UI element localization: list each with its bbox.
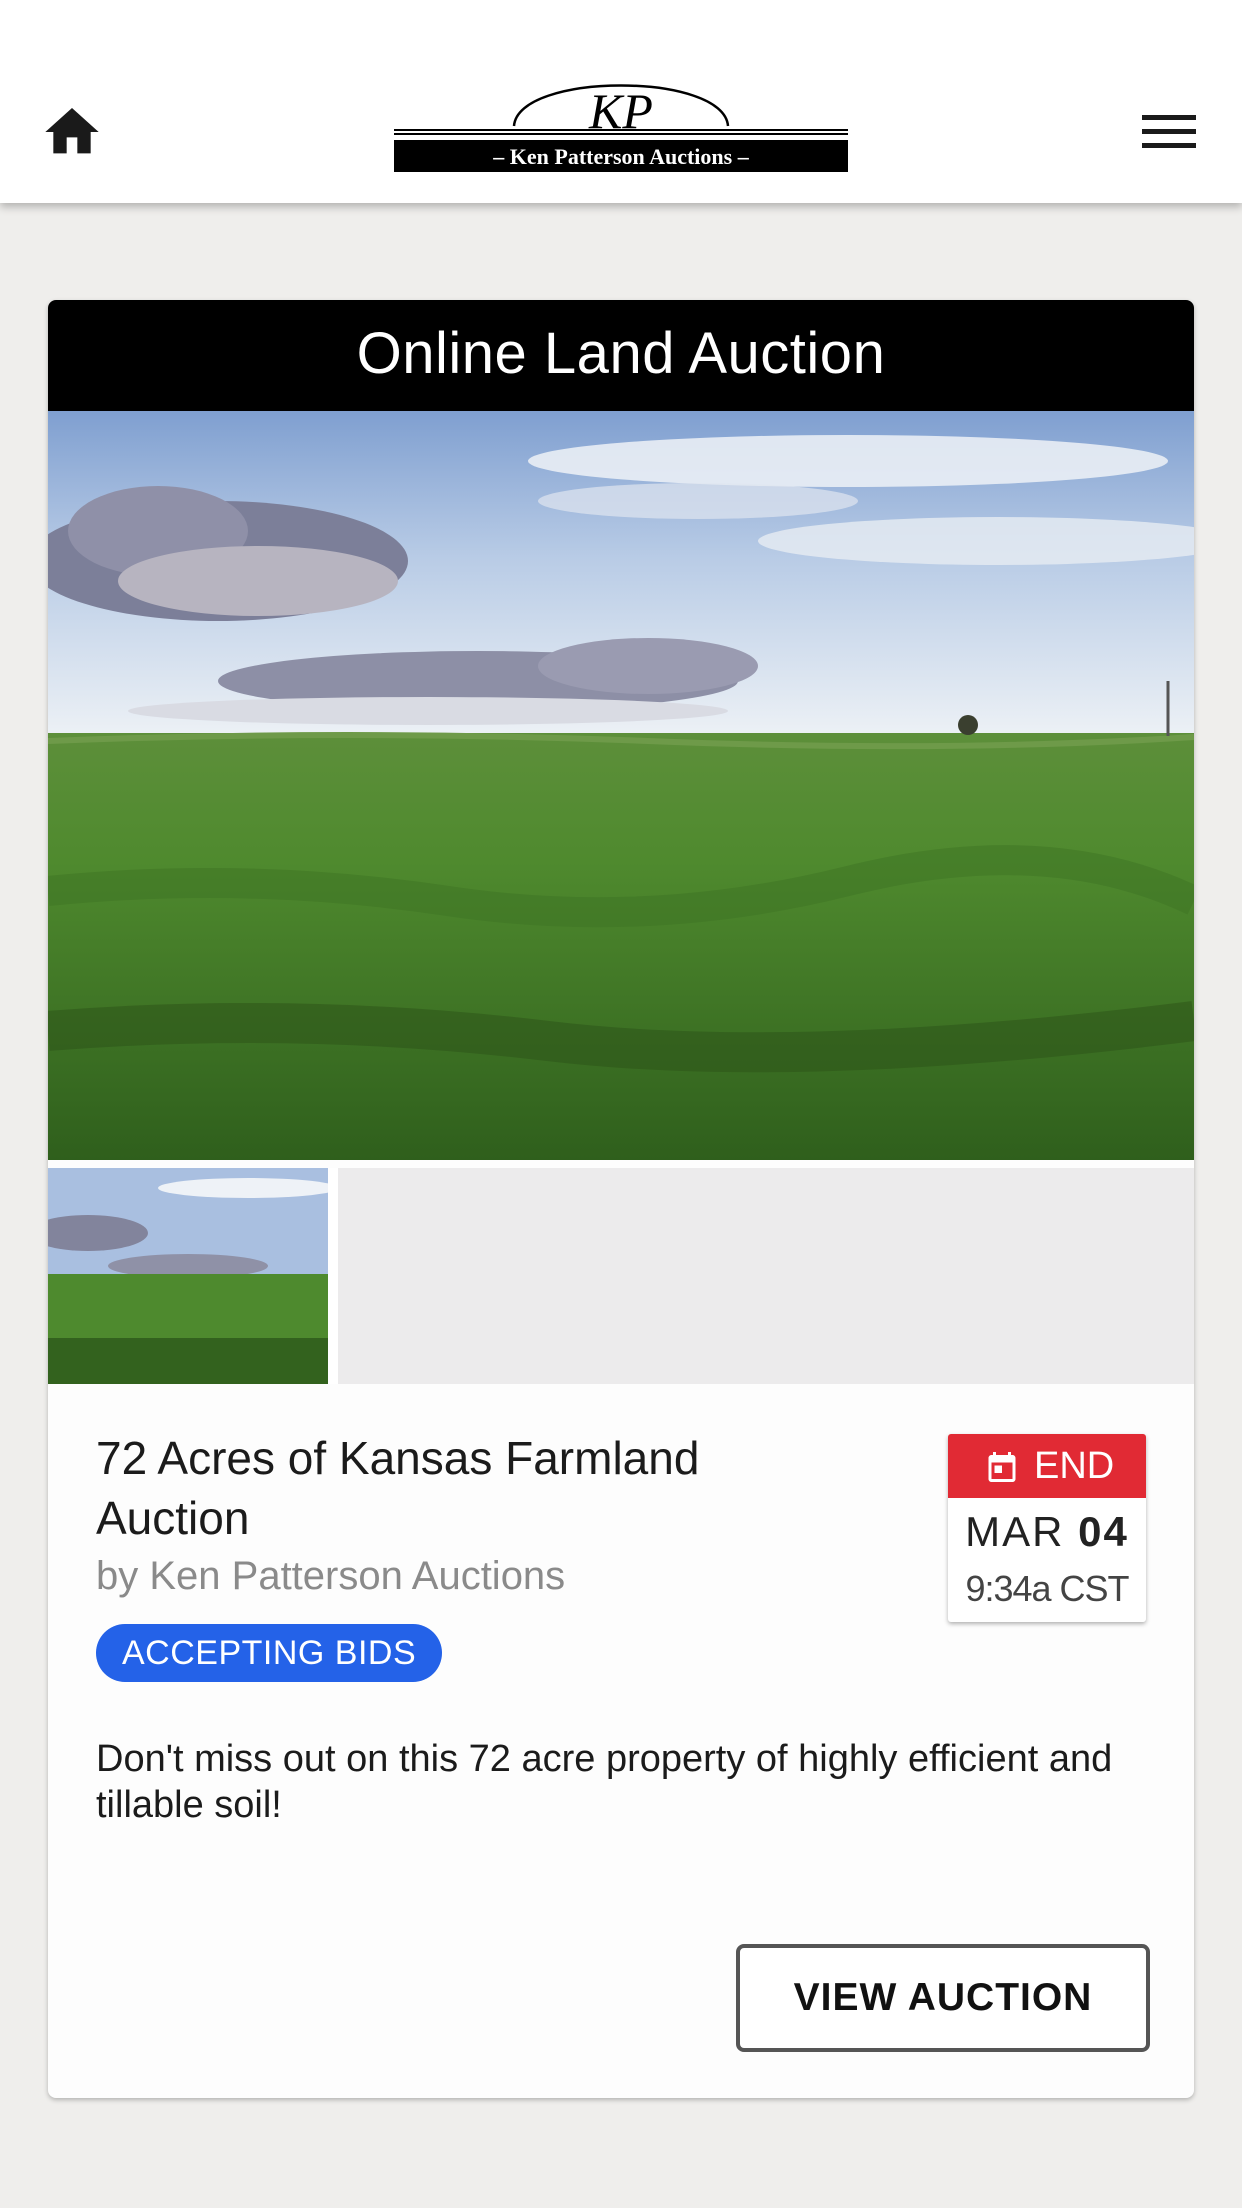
auction-description: Don't miss out on this 72 acre property …	[96, 1738, 1113, 1826]
status-badge: ACCEPTING BIDS	[96, 1624, 443, 1682]
end-label: END	[1034, 1445, 1115, 1487]
thumbnail-placeholder	[338, 1168, 1194, 1384]
home-icon[interactable]	[40, 100, 104, 164]
hamburger-menu-icon[interactable]	[1138, 108, 1200, 156]
auction-byline: by Ken Patterson Auctions	[96, 1554, 566, 1598]
end-date-box: END MAR 04 9:34a CST	[948, 1434, 1146, 1622]
end-month: MAR	[965, 1508, 1065, 1555]
logo-text: – Ken Patterson Auctions –	[492, 144, 749, 169]
logo-monogram: KP	[588, 83, 653, 139]
hero-image[interactable]	[48, 411, 1194, 1160]
company-logo[interactable]: KP – Ken Patterson Auctions –	[394, 78, 848, 172]
thumbnail-strip	[48, 1168, 1194, 1384]
app-header: KP – Ken Patterson Auctions –	[0, 0, 1242, 203]
end-date-header: END	[948, 1434, 1146, 1498]
thumbnail-image[interactable]	[48, 1168, 328, 1384]
svg-text:KP: KP	[588, 83, 653, 139]
calendar-icon	[988, 1452, 1016, 1482]
svg-text:– Ken Patterson Auctions –: – Ken Patterson Auctions –	[492, 144, 749, 169]
end-day: 04	[1078, 1508, 1129, 1555]
auction-type-banner: Online Land Auction	[48, 300, 1194, 411]
end-date: MAR 04	[948, 1508, 1146, 1556]
view-auction-button[interactable]: VIEW AUCTION	[736, 1944, 1150, 2052]
auction-title[interactable]: 72 Acres of Kansas Farmland Auction	[96, 1428, 796, 1548]
end-time: 9:34a CST	[965, 1568, 1129, 1609]
auction-card: Online Land Auction 72 Acres of Kansas F…	[48, 300, 1194, 2098]
